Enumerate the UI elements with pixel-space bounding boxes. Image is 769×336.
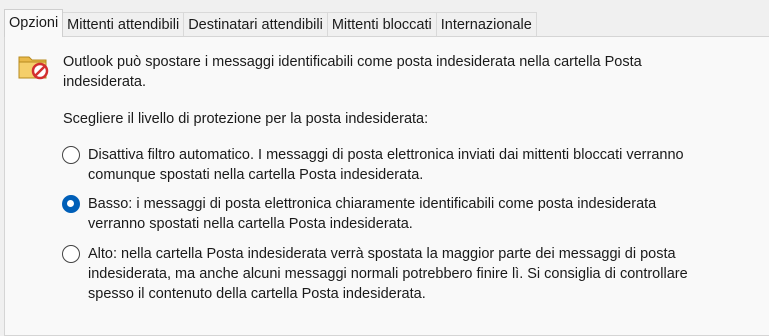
intro-line-2: indesiderata.	[63, 74, 147, 90]
tab-mittenti-bloccati[interactable]: Mittenti bloccati	[326, 12, 437, 36]
radio-label-line: indesiderata, ma anche alcuni messaggi n…	[88, 266, 688, 282]
radio-button-basso[interactable]	[62, 195, 80, 213]
radio-label-line: verranno spostati nella cartella Posta i…	[88, 216, 413, 232]
radio-button-alto[interactable]	[62, 245, 80, 263]
radio-label-alto[interactable]: Alto: nella cartella Posta indesiderata …	[88, 244, 768, 304]
radio-label-line: Basso: i messaggi di posta elettronica c…	[88, 196, 657, 212]
tab-mittenti-attendibili[interactable]: Mittenti attendibili	[62, 12, 185, 36]
radio-label-line: Alto: nella cartella Posta indesiderata …	[88, 246, 676, 262]
intro-line-1: Outlook può spostare i messaggi identifi…	[63, 54, 642, 70]
radio-label-line: spesso il contenuto della cartella Posta…	[88, 286, 426, 302]
radio-label-line: Disattiva filtro automatico. I messaggi …	[88, 147, 684, 163]
tab-internazionale[interactable]: Internazionale	[435, 12, 537, 36]
radio-label-disattiva[interactable]: Disattiva filtro automatico. I messaggi …	[88, 145, 768, 185]
junk-folder-icon	[18, 56, 49, 80]
tab-destinatari-attendibili[interactable]: Destinatari attendibili	[183, 12, 328, 36]
protection-level-prompt: Scegliere il livello di protezione per l…	[63, 111, 429, 127]
tab-strip: Opzioni Mittenti attendibili Destinatari…	[4, 8, 537, 37]
radio-label-line: comunque spostati nella cartella Posta i…	[88, 167, 424, 183]
tab-opzioni[interactable]: Opzioni	[4, 9, 64, 37]
radio-button-disattiva[interactable]	[62, 146, 80, 164]
intro-text: Outlook può spostare i messaggi identifi…	[63, 52, 743, 92]
radio-label-basso[interactable]: Basso: i messaggi di posta elettronica c…	[88, 194, 768, 234]
